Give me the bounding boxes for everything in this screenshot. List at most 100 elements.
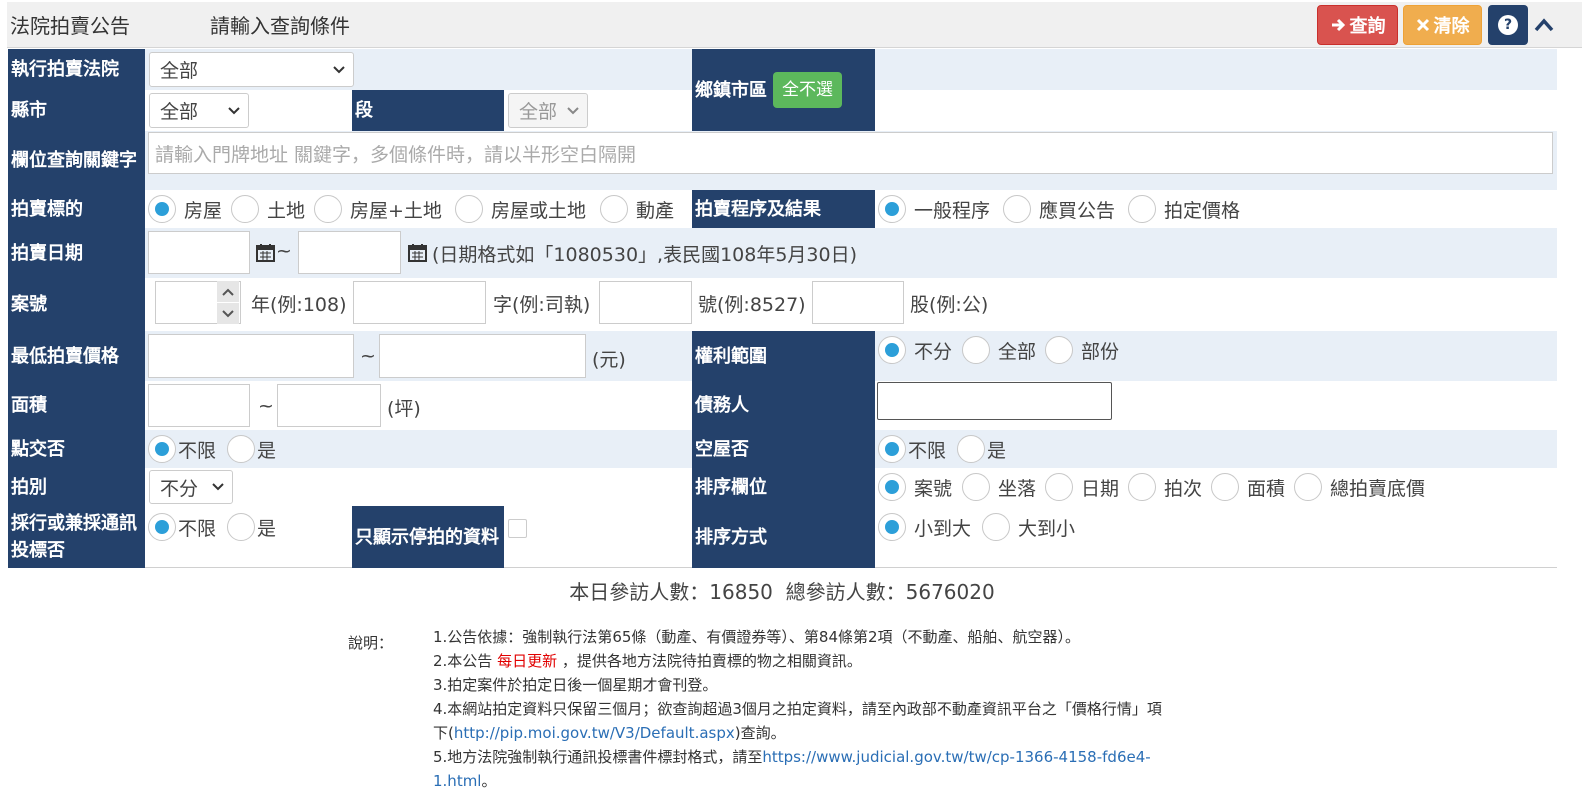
sort-order-radio-asc[interactable] [878, 513, 906, 541]
procedure-radio-settled[interactable] [1128, 195, 1156, 223]
price-tilde: ~ [360, 345, 376, 367]
round-select[interactable]: 不分 [149, 470, 233, 504]
calendar-icon[interactable] [256, 243, 275, 262]
target-option-label: 動產 [636, 200, 675, 222]
rights-option-label: 部份 [1081, 341, 1120, 363]
sort-field-label: 排序欄位 [692, 468, 875, 506]
daily-update-highlight: 每日更新 [497, 652, 558, 670]
area-max-input[interactable] [277, 384, 381, 427]
pip-link[interactable]: http://pip.moi.gov.tw/V3/Default.aspx [454, 724, 735, 742]
rights-radio-full[interactable] [962, 336, 990, 364]
price-min-input[interactable] [148, 334, 354, 378]
sort-order-radio-desc[interactable] [982, 513, 1010, 541]
sort-radio-date[interactable] [1045, 473, 1073, 501]
target-option-label: 房屋或土地 [491, 200, 587, 222]
vacant-radio-any[interactable] [878, 435, 906, 463]
sort-field-option-label: 案號 [914, 478, 953, 500]
debtor-input[interactable] [877, 382, 1112, 420]
year-increment-button[interactable] [217, 281, 239, 302]
visitor-stats: 本日參訪人數：16850 總參訪人數：5676020 [569, 580, 995, 604]
chevron-up-icon [1534, 18, 1554, 32]
case-number-input[interactable] [599, 281, 692, 324]
county-select[interactable]: 全部 [149, 93, 249, 128]
target-radio-house-or-land[interactable] [455, 195, 483, 223]
court-select[interactable]: 全部 [149, 52, 354, 87]
target-option-label: 土地 [267, 200, 306, 222]
sort-field-option-label: 面積 [1247, 478, 1286, 500]
sort-radio-total-price[interactable] [1294, 473, 1322, 501]
note-line-1: 1.公告依據：強制執行法第65條（動產、有價證券等）、第84條第2項（不動產、船… [433, 628, 1081, 646]
tender-radio-any[interactable] [148, 513, 176, 541]
area-tilde: ~ [258, 395, 274, 417]
court-select-value: 全部 [160, 60, 199, 82]
note-line-4-text: )查詢。 [734, 724, 786, 742]
round-select-value: 不分 [160, 477, 199, 500]
round-label: 拍別 [8, 468, 145, 506]
township-label-cell: 鄉鎮市區 全不選 [692, 49, 875, 131]
handover-option-label: 不限 [178, 440, 217, 462]
sort-order-option-label: 小到大 [914, 518, 972, 540]
procedure-radio-general[interactable] [878, 195, 906, 223]
handover-radio-any[interactable] [148, 435, 176, 463]
arrow-right-icon [1331, 18, 1345, 32]
collapse-button[interactable] [1531, 10, 1557, 40]
target-radio-land[interactable] [231, 195, 259, 223]
procedure-option-label: 拍定價格 [1164, 200, 1241, 222]
judicial-link[interactable]: https://www.judicial.gov.tw/tw/cp-1366-4… [762, 748, 1150, 766]
rights-radio-partial[interactable] [1045, 336, 1073, 364]
case-unit-input[interactable] [812, 281, 904, 324]
target-option-label: 房屋+土地 [350, 200, 442, 222]
sort-field-option-label: 拍次 [1164, 478, 1203, 500]
clear-button[interactable]: 清除 [1403, 5, 1482, 45]
note-line-5-text: 5.地方法院強制執行通訊投標書件標封格式，請至 [433, 748, 763, 766]
keyword-label: 欄位查詢關鍵字 [8, 131, 145, 190]
area-unit: (坪) [387, 398, 421, 420]
target-radio-house-and-land[interactable] [314, 195, 342, 223]
calendar-icon[interactable] [408, 243, 427, 262]
chevron-down-icon [333, 65, 345, 73]
rights-radio-any[interactable] [878, 336, 906, 364]
note-line-5: 5.地方法院強制執行通訊投標書件標封格式，請至https://www.judic… [433, 746, 1151, 767]
year-decrement-button[interactable] [217, 303, 239, 324]
judicial-link-cont[interactable]: 1.html [433, 772, 481, 790]
date-start-input[interactable] [148, 231, 250, 274]
vacant-radio-yes[interactable] [957, 435, 985, 463]
sort-field-option-label: 坐落 [998, 478, 1037, 500]
area-min-input[interactable] [148, 384, 250, 427]
note-line-2-text: ，提供各地方法院待拍賣標的物之相關資訊。 [561, 652, 862, 670]
procedure-option-label: 應買公告 [1039, 200, 1116, 222]
price-max-input[interactable] [379, 334, 586, 378]
rights-option-label: 全部 [998, 341, 1037, 363]
sort-radio-location[interactable] [962, 473, 990, 501]
section-select[interactable]: 全部 [508, 93, 588, 128]
keyword-input[interactable]: 請輸入門牌地址 關鍵字，多個條件時，請以半形空白隔開 [148, 132, 1553, 174]
price-unit: (元) [592, 349, 626, 371]
note-line-5-text: 。 [481, 772, 497, 790]
target-radio-movable[interactable] [600, 195, 628, 223]
sort-order-option-label: 大到小 [1018, 518, 1076, 540]
price-label: 最低拍賣價格 [8, 331, 145, 381]
question-icon: ? [1498, 15, 1518, 35]
tender-option-label: 是 [257, 518, 277, 540]
tender-radio-yes[interactable] [227, 513, 255, 541]
sort-radio-area[interactable] [1211, 473, 1239, 501]
procedure-label: 拍賣程序及結果 [692, 190, 875, 228]
case-word-input[interactable] [353, 281, 486, 324]
case-year-hint: 年(例:108) [251, 294, 347, 316]
court-label: 執行拍賣法院 [8, 49, 145, 90]
handover-label: 點交否 [8, 430, 145, 468]
handover-option-label: 是 [257, 440, 277, 462]
target-radio-house[interactable] [148, 195, 176, 223]
sort-radio-round[interactable] [1128, 473, 1156, 501]
section-label: 段 [352, 90, 504, 131]
sort-radio-case[interactable] [878, 473, 906, 501]
suspended-checkbox[interactable] [508, 519, 527, 538]
date-end-input[interactable] [298, 231, 401, 274]
query-button[interactable]: 查詢 [1317, 5, 1398, 45]
deselect-all-button[interactable]: 全不選 [773, 72, 842, 108]
help-button[interactable]: ? [1488, 5, 1528, 45]
note-line-2-text: 2.本公告 [433, 652, 493, 670]
procedure-radio-purchase[interactable] [1003, 195, 1031, 223]
handover-radio-yes[interactable] [227, 435, 255, 463]
county-select-value: 全部 [160, 101, 199, 123]
